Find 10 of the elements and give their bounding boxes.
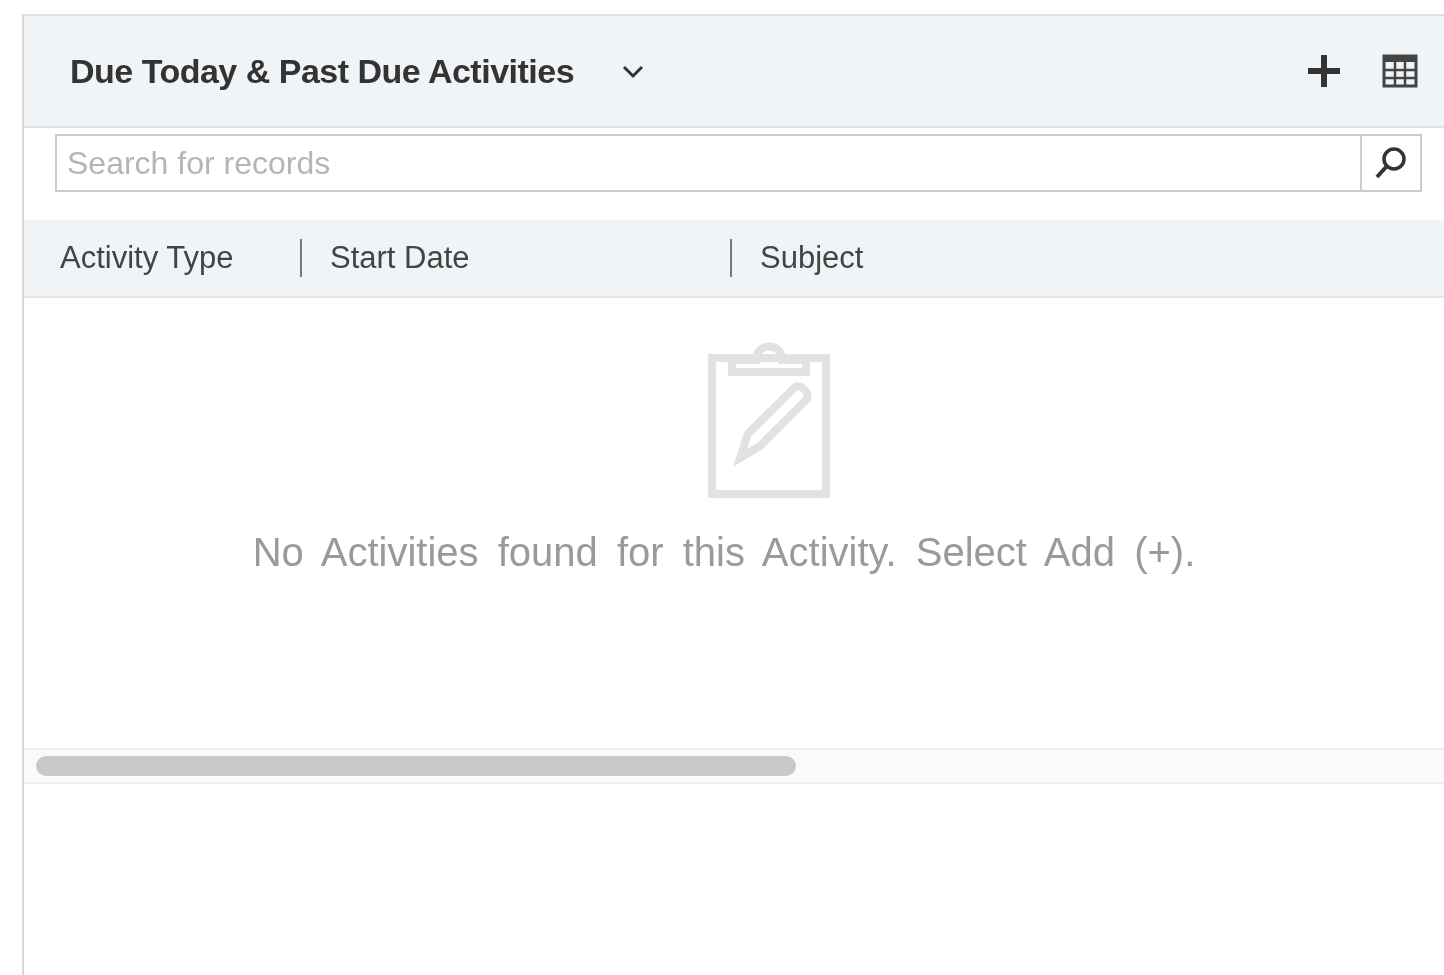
column-header[interactable]: Start Date: [330, 234, 730, 282]
column-header[interactable]: Activity Type: [60, 234, 300, 282]
empty-message: No Activities found for this Activity. Select Add (+).: [252, 529, 1196, 576]
search-field[interactable]: Search for records: [55, 134, 1362, 192]
scrollbar-thumb[interactable]: [36, 756, 796, 776]
column-header[interactable]: Subject: [760, 234, 1060, 282]
search-icon[interactable]: [1362, 134, 1422, 192]
grid-icon[interactable]: [1382, 54, 1418, 88]
panel-title: Due Today & Past Due Activities: [70, 50, 575, 92]
add-icon[interactable]: [1306, 53, 1342, 89]
